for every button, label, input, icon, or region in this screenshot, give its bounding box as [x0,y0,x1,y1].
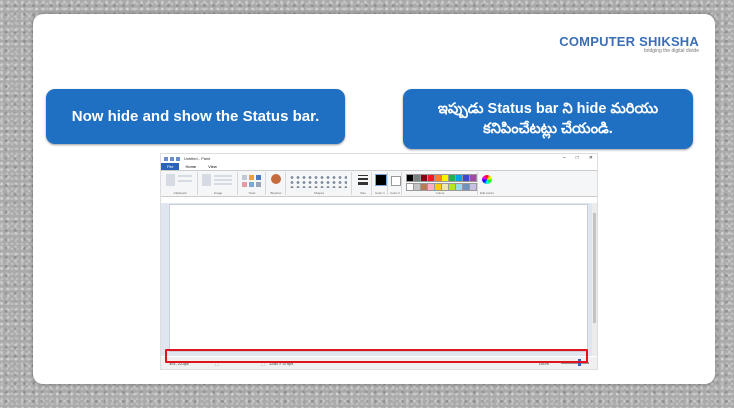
ribbon-group-clipboard: Clipboard [163,172,198,195]
english-instruction-text: Now hide and show the Status bar. [71,108,320,125]
window-title: Untitled - Paint [184,156,211,161]
color1-swatch[interactable] [375,174,387,186]
group-label: Colors [435,191,445,195]
crop-button[interactable] [214,175,232,177]
edit-colors-icon[interactable] [482,175,492,184]
group-label: Size [360,191,366,195]
ribbon-group-image: Image [199,172,238,195]
canvas-area [161,203,597,356]
tab-view[interactable]: View [202,163,223,170]
logo: COMPUTER SHIKSHA bridging the digital di… [559,34,699,54]
ribbon-group-edit-colors: Edit colors [479,172,495,195]
ribbon-group-colors: Colors [403,172,478,195]
color-palette [406,174,477,191]
size-line[interactable] [358,178,368,180]
english-instruction-callout: Now hide and show the Status bar. [46,89,345,144]
size-line[interactable] [358,175,368,176]
tab-home[interactable]: Home [179,163,202,170]
ribbon-group-color2: Color 2 [389,172,402,195]
tab-file[interactable]: File [161,163,180,170]
telugu-instruction-line1: ఇప్పుడు Status bar ని hide మరియు [437,101,659,117]
rotate-button[interactable] [214,183,232,185]
window-controls: – □ ✕ [563,155,593,161]
ribbon-group-tools: Tools [239,172,266,195]
paint-window: Untitled - Paint – □ ✕ File Home View Cl… [160,153,598,370]
brush-icon[interactable] [271,174,281,184]
ribbon-tabs: File Home View [161,163,597,171]
ribbon-group-size: Size [355,172,372,195]
shapes-gallery[interactable] [289,175,347,188]
telugu-instruction-callout: ఇప్పుడు Status bar ని hide మరియు కనిపించ… [403,89,693,149]
color2-swatch[interactable] [391,176,401,186]
fill-icon[interactable] [249,175,254,180]
size-line[interactable] [358,182,368,185]
close-icon[interactable]: ✕ [589,155,593,161]
paste-button[interactable] [166,174,175,186]
color-picker-icon[interactable] [249,182,254,187]
telugu-instruction-line2: కనిపించేటట్లు చేయండి. [483,121,613,137]
title-bar: Untitled - Paint – □ ✕ [161,154,597,163]
group-label: Tools [248,191,256,195]
logo-brand: COMPUTER SHIKSHA [559,34,699,49]
group-label: Color 2 [390,191,400,195]
copy-button[interactable] [178,180,192,182]
scrollbar-thumb[interactable] [593,213,596,323]
ribbon-group-brushes: Brushes [267,172,286,195]
group-label: Color 1 [375,191,385,195]
status-bar-highlight [165,349,588,363]
ribbon-group-shapes: Shapes [287,172,352,195]
cut-button[interactable] [178,175,192,177]
maximize-icon[interactable]: □ [576,155,579,161]
redo-icon[interactable] [176,156,180,161]
eraser-icon[interactable] [242,182,247,187]
palette-color-swatch[interactable] [469,174,477,182]
save-icon[interactable] [164,156,168,161]
magnifier-icon[interactable] [256,182,261,187]
minimize-icon[interactable]: – [563,155,566,161]
group-label: Clipboard [173,191,187,195]
resize-button[interactable] [214,179,232,181]
undo-icon[interactable] [170,156,174,161]
ribbon-group-color1: Color 1 [373,172,388,195]
drawing-canvas[interactable] [169,204,588,352]
group-label: Brushes [270,191,282,195]
group-label: Image [213,191,223,195]
ribbon: Clipboard Image Tools Brushes Shapes Siz… [161,171,597,197]
pencil-icon[interactable] [242,175,247,180]
group-label: Shapes [313,191,325,195]
palette-color-swatch[interactable] [469,183,477,191]
quick-access-toolbar [164,156,180,161]
group-label: Edit colors [479,191,494,195]
select-button[interactable] [202,174,211,186]
text-icon[interactable] [256,175,261,180]
vertical-scrollbar[interactable] [592,203,597,356]
